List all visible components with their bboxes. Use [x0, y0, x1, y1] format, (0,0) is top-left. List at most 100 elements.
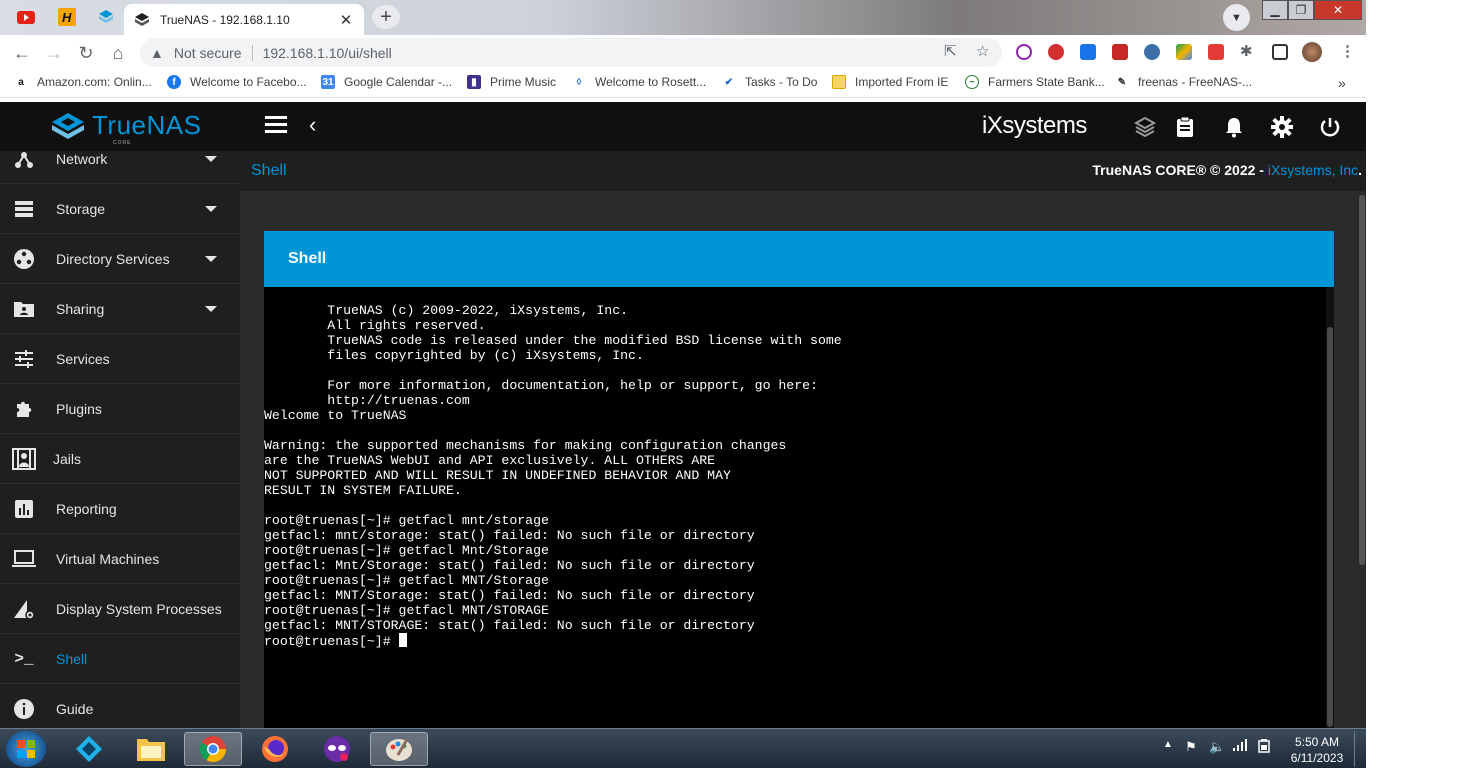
bookmark-folder-imported[interactable]: Imported From IE [832, 75, 948, 89]
extension-m-icon[interactable] [1144, 44, 1160, 60]
bookmark-freenas[interactable]: ✎ freenas - FreeNAS-... [1115, 75, 1252, 89]
bookmark-label: Amazon.com: Onlin... [37, 75, 152, 89]
mask-app-taskbar-icon[interactable] [308, 732, 366, 766]
terminal-line: Welcome to TrueNAS [264, 408, 407, 423]
sidebar-item-services[interactable]: Services [0, 334, 240, 384]
sidebar-item-guide[interactable]: Guide [0, 684, 240, 728]
home-button[interactable]: ⌂ [106, 41, 130, 65]
address-bar[interactable]: ▲ Not secure 192.168.1.10/ui/shell [140, 38, 1002, 67]
extension-opera-icon[interactable] [1048, 44, 1064, 60]
page-scrollbar-thumb[interactable] [1359, 195, 1365, 565]
minimize-window-button[interactable]: ▁ [1262, 0, 1288, 20]
security-label[interactable]: Not secure [174, 45, 242, 61]
extension-red-icon[interactable] [1112, 44, 1128, 60]
bookmark-facebook[interactable]: f Welcome to Facebo... [167, 75, 307, 89]
ixsystems-logo[interactable]: iXsystems [982, 112, 1087, 140]
bookmark-rosetta[interactable]: ◊ Welcome to Rosett... [572, 75, 706, 89]
sidebar-item-directory-services[interactable]: Directory Services [0, 234, 240, 284]
clock-time: 5:50 AM [1294, 735, 1340, 749]
notifications-bell-icon[interactable] [1222, 115, 1246, 139]
reload-button[interactable]: ↻ [74, 41, 98, 65]
url-text[interactable]: 192.168.1.10/ui/shell [263, 45, 392, 61]
taskbar-clock[interactable]: 5:50 AM 6/11/2023 [1282, 734, 1352, 766]
tab-search-button[interactable]: ▼ [1223, 4, 1250, 31]
youtube-tab-icon[interactable] [12, 5, 40, 29]
terminal-line: RESULT IN SYSTEM FAILURE. [264, 483, 462, 498]
sidebar-item-network[interactable]: Network [0, 151, 240, 184]
profile-avatar[interactable] [1302, 42, 1322, 62]
google-drive-icon[interactable] [1176, 44, 1192, 60]
truenas-logo[interactable]: TrueNAS CORE [50, 110, 201, 146]
action-center-flag-icon[interactable]: ⚑ [1185, 739, 1197, 755]
page-scrollbar[interactable] [1358, 195, 1366, 728]
warning-icon[interactable]: ▲ [150, 45, 164, 61]
extension-pdf-icon[interactable] [1208, 44, 1224, 60]
sidebar-item-display-system-processes[interactable]: Display System Processes [0, 584, 240, 634]
ixsystems-text: iXsystems [982, 112, 1087, 139]
windows-taskbar: ▲ ⚑ 🔈 5:50 AM 6/11/2023 [0, 728, 1366, 768]
maximize-window-button[interactable]: ❐ [1288, 0, 1314, 20]
browser-menu-icon[interactable]: ⋮ [1340, 42, 1355, 60]
bookmarks-overflow-button[interactable]: » [1338, 75, 1346, 91]
extension-blue-icon[interactable] [1080, 44, 1096, 60]
close-window-button[interactable]: ✕ [1314, 0, 1362, 20]
terminal-line: Warning: the supported mechanisms for ma… [264, 438, 787, 453]
start-button[interactable] [6, 731, 46, 767]
truenas-pinned-tab-icon[interactable] [92, 5, 120, 29]
breadcrumb[interactable]: Shell [251, 162, 287, 180]
kodi-taskbar-icon[interactable] [60, 732, 118, 766]
sidebar: Network Storage Directory Services Shari… [0, 151, 240, 728]
terminal-line: root@truenas[~]# getfacl Mnt/Storage [264, 543, 549, 558]
bookmark-amazon[interactable]: a Amazon.com: Onlin... [14, 75, 152, 89]
collapse-sidebar-icon[interactable]: ‹ [309, 112, 316, 138]
sidebar-item-label: Storage [56, 200, 106, 217]
sidebar-item-shell[interactable]: >_ Shell [0, 634, 240, 684]
bookmark-google-calendar[interactable]: 31 Google Calendar -... [321, 75, 452, 89]
bookmark-tasks[interactable]: ✔ Tasks - To Do [722, 75, 817, 89]
pinned-tab-h-icon[interactable]: H [53, 5, 81, 29]
sidebar-item-storage[interactable]: Storage [0, 184, 240, 234]
sidebar-item-sharing[interactable]: Sharing [0, 284, 240, 334]
task-manager-icon[interactable] [1173, 115, 1197, 139]
side-panel-icon[interactable] [1272, 44, 1288, 60]
ixsystems-link[interactable]: iXsystems, Inc [1268, 162, 1358, 178]
show-hidden-icons-icon[interactable]: ▲ [1163, 739, 1173, 750]
forward-button[interactable]: → [42, 41, 66, 65]
network-signal-icon[interactable] [1233, 739, 1247, 754]
extensions-puzzle-icon[interactable]: ✱ [1240, 42, 1253, 60]
settings-gear-icon[interactable] [1270, 115, 1294, 139]
terminal-scrollbar-thumb[interactable] [1327, 327, 1333, 727]
new-tab-button[interactable]: + [372, 5, 400, 29]
sidebar-item-jails[interactable]: Jails [0, 434, 240, 484]
shell-terminal[interactable]: TrueNAS (c) 2009-2022, iXsystems, Inc. A… [264, 287, 1326, 728]
extension-block-icon[interactable] [1016, 44, 1032, 60]
screen: H TrueNAS - 192.168.1.10 ✕ + ▼ ▁ ❐ ✕ ← →… [0, 0, 1472, 768]
hamburger-menu-icon[interactable] [265, 116, 287, 136]
active-browser-tab[interactable]: TrueNAS - 192.168.1.10 ✕ [124, 4, 364, 35]
terminal-output[interactable]: TrueNAS (c) 2009-2022, iXsystems, Inc. A… [264, 303, 1326, 649]
tab-close-icon[interactable]: ✕ [338, 11, 354, 29]
sidebar-item-label: Shell [56, 650, 88, 667]
copyright-notice: TrueNAS CORE® © 2022 - iXsystems, Inc. [1092, 162, 1362, 178]
bookmark-prime-music[interactable]: ▮ Prime Music [467, 75, 556, 89]
sidebar-item-virtual-machines[interactable]: Virtual Machines [0, 534, 240, 584]
share-icon[interactable]: ⇱ [944, 42, 957, 60]
terminal-line: TrueNAS (c) 2009-2022, iXsystems, Inc. [327, 303, 629, 318]
truecommand-icon[interactable] [1133, 115, 1157, 139]
file-explorer-taskbar-icon[interactable] [122, 732, 180, 766]
show-desktop-button[interactable] [1354, 731, 1366, 767]
bookmark-star-icon[interactable]: ☆ [976, 42, 989, 60]
sidebar-item-plugins[interactable]: Plugins [0, 384, 240, 434]
chevron-down-icon [205, 255, 217, 262]
chrome-taskbar-icon[interactable] [184, 732, 242, 766]
sidebar-item-label: Directory Services [56, 250, 170, 267]
terminal-scrollbar[interactable] [1326, 287, 1334, 728]
firefox-taskbar-icon[interactable] [246, 732, 304, 766]
back-button[interactable]: ← [10, 41, 34, 65]
bookmark-farmers-bank[interactable]: ~ Farmers State Bank... [965, 75, 1105, 89]
power-icon[interactable] [1318, 115, 1342, 139]
battery-icon[interactable] [1257, 739, 1271, 756]
volume-icon[interactable]: 🔈 [1209, 739, 1225, 755]
paint-taskbar-icon[interactable] [370, 732, 428, 766]
sidebar-item-reporting[interactable]: Reporting [0, 484, 240, 534]
